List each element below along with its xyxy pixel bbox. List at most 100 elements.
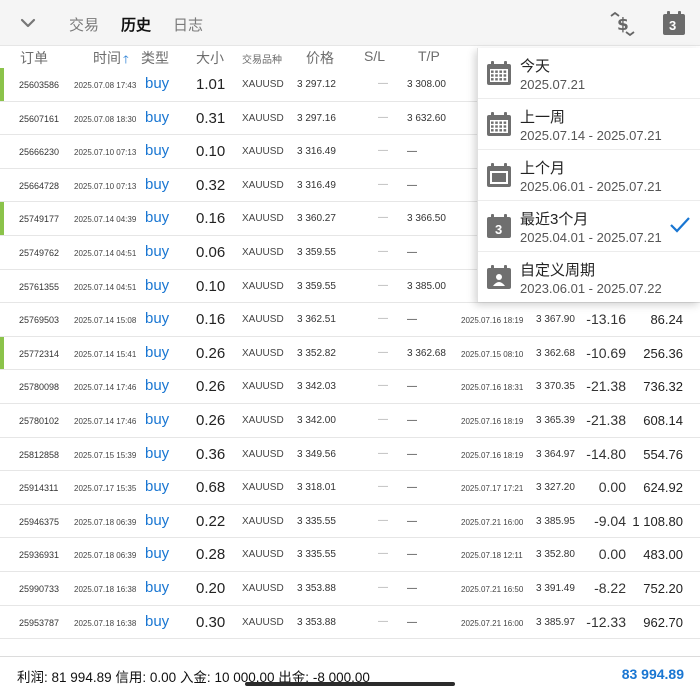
row-tp: 3 385.00 xyxy=(407,280,446,292)
row-symbol: XAUUSD xyxy=(242,381,284,393)
profit-label: 利润: xyxy=(17,670,48,685)
tab-history[interactable]: 历史 xyxy=(121,14,151,35)
row-open-time: 2025.07.08 18:30 xyxy=(74,114,137,124)
row-sl: — xyxy=(378,414,388,425)
header-type[interactable]: 类型 xyxy=(141,48,169,68)
table-row[interactable]: 25914311 2025.07.17 15:35 buy 0.68 XAUUSD 3 3… xyxy=(0,471,700,505)
period-option[interactable]: 3 最近3个月 2025.04.01 - 2025.07.21 xyxy=(478,201,700,252)
row-sl: — xyxy=(378,447,388,459)
row-order-id: 25780102 xyxy=(19,416,60,426)
row-profit: 608.14 xyxy=(643,413,683,428)
row-type: buy xyxy=(145,243,170,260)
header-order[interactable]: 订单 xyxy=(20,48,48,68)
header-time[interactable]: 时间 🡑 xyxy=(93,48,129,70)
row-price: 3 318.01 xyxy=(297,482,336,494)
dollar-sort-icon[interactable]: $ xyxy=(608,11,636,37)
period-option[interactable]: 上一周 2025.07.14 - 2025.07.21 xyxy=(478,99,700,150)
row-swap: 0.00 xyxy=(598,479,626,496)
row-tp: 3 632.60 xyxy=(407,112,446,124)
row-open-time: 2025.07.14 15:41 xyxy=(74,349,137,359)
row-tp: 3 362.68 xyxy=(407,347,446,359)
row-type: buy xyxy=(145,444,170,462)
table-row[interactable]: 25772314 2025.07.14 15:41 buy 0.26 XAUUSD 3 3… xyxy=(0,336,700,371)
row-volume: 0.26 xyxy=(196,378,226,396)
row-price: 3 353.88 xyxy=(297,583,336,594)
row-order-id: 25990733 xyxy=(19,584,60,594)
row-profit: 962.70 xyxy=(643,614,683,630)
row-tp: — xyxy=(407,415,417,426)
row-sl: — xyxy=(378,145,388,157)
row-profit: 624.92 xyxy=(643,480,683,496)
header-price[interactable]: 价格 xyxy=(306,48,334,68)
row-close-price: 3 327.20 xyxy=(536,482,575,494)
row-status-mark xyxy=(0,68,4,101)
row-volume: 0.16 xyxy=(196,210,226,228)
row-price: 3 353.88 xyxy=(297,616,336,628)
row-symbol: XAUUSD xyxy=(242,79,284,90)
header-symbol[interactable]: 交易品种 xyxy=(242,51,282,66)
period-option-range: 2025.04.01 - 2025.07.21 xyxy=(520,230,662,245)
home-indicator[interactable] xyxy=(245,682,455,686)
row-close-time: 2025.07.21 16:50 xyxy=(461,585,524,594)
table-row[interactable]: 25780102 2025.07.14 17:46 buy 0.26 XAUUSD 3 3… xyxy=(0,404,700,438)
row-open-time: 2025.07.14 15:08 xyxy=(74,316,137,326)
row-sl: — xyxy=(378,582,388,593)
row-sl: — xyxy=(378,481,388,493)
row-status-mark xyxy=(0,336,4,370)
tab-journal[interactable]: 日志 xyxy=(173,14,203,35)
row-price: 3 359.55 xyxy=(297,247,336,258)
calendar-period-icon[interactable]: 3 xyxy=(662,10,686,36)
calendar-week-icon xyxy=(486,111,512,137)
row-close-time: 2025.07.21 16:00 xyxy=(461,517,524,527)
deposit-label: 入金: xyxy=(179,670,211,685)
row-tp: — xyxy=(407,549,417,561)
checkmark-icon xyxy=(669,216,691,234)
row-volume: 0.28 xyxy=(196,546,226,564)
header-sl[interactable]: S/L xyxy=(364,48,385,64)
row-open-time: 2025.07.14 17:46 xyxy=(74,383,137,393)
chevron-down-icon[interactable] xyxy=(18,13,38,33)
row-type: buy xyxy=(145,175,170,193)
row-order-id: 25749177 xyxy=(19,214,60,225)
table-row[interactable]: 25769503 2025.07.14 15:08 buy 0.16 XAUUSD 3 3… xyxy=(0,303,700,337)
row-volume: 0.22 xyxy=(196,512,226,530)
row-profit: 86.24 xyxy=(650,312,683,328)
row-swap: 0.00 xyxy=(598,546,626,563)
row-close-price: 3 365.39 xyxy=(536,415,575,426)
row-order-id: 25936931 xyxy=(19,550,60,561)
summary-footer: 利润: 81 994.89 信用: 0.00 入金: 10 000.00 出金:… xyxy=(0,656,700,687)
row-price: 3 352.82 xyxy=(297,347,336,359)
period-option[interactable]: 上个月 2025.06.01 - 2025.07.21 xyxy=(478,150,700,201)
period-option[interactable]: 今天 2025.07.21 xyxy=(478,48,700,99)
table-row[interactable]: 25812858 2025.07.15 15:39 buy 0.36 XAUUSD 3 3… xyxy=(0,437,700,472)
row-type: buy xyxy=(145,612,170,630)
row-close-price: 3 367.90 xyxy=(536,314,575,326)
row-close-price: 3 362.68 xyxy=(536,347,575,359)
header-volume[interactable]: 大小 xyxy=(196,48,224,68)
row-close-time: 2025.07.17 17:21 xyxy=(461,484,524,494)
table-row[interactable]: 25936931 2025.07.18 06:39 buy 0.28 XAUUSD 3 3… xyxy=(0,538,700,572)
period-option[interactable]: 自定义周期 2023.06.01 - 2025.07.22 xyxy=(478,252,700,303)
credit-label: 信用: xyxy=(115,670,147,685)
table-row[interactable]: 25953787 2025.07.18 16:38 buy 0.30 XAUUSD 3 3… xyxy=(0,605,700,640)
row-symbol: XAUUSD xyxy=(242,314,284,326)
table-row[interactable]: 25780098 2025.07.14 17:46 buy 0.26 XAUUSD 3 3… xyxy=(0,370,700,404)
table-row[interactable]: 25990733 2025.07.18 16:38 buy 0.20 XAUUSD 3 3… xyxy=(0,572,700,606)
row-volume: 0.06 xyxy=(196,244,226,261)
row-order-id: 25769503 xyxy=(19,315,60,326)
row-volume: 0.30 xyxy=(196,613,226,631)
row-profit: 256.36 xyxy=(643,345,683,361)
row-type: buy xyxy=(145,343,170,361)
row-volume: 0.31 xyxy=(196,109,226,127)
row-swap: -10.69 xyxy=(586,344,626,361)
row-order-id: 25772314 xyxy=(19,348,60,359)
row-order-id: 25607161 xyxy=(19,113,60,124)
header-tp[interactable]: T/P xyxy=(418,48,440,64)
row-tp: — xyxy=(407,583,417,594)
table-row[interactable]: 25946375 2025.07.18 06:39 buy 0.22 XAUUSD 3 3… xyxy=(0,504,700,539)
row-symbol: XAUUSD xyxy=(242,179,284,191)
row-tp: — xyxy=(407,247,417,258)
row-price: 3 342.00 xyxy=(297,415,336,426)
row-order-id: 25812858 xyxy=(19,449,60,460)
tab-trade[interactable]: 交易 xyxy=(69,14,99,35)
